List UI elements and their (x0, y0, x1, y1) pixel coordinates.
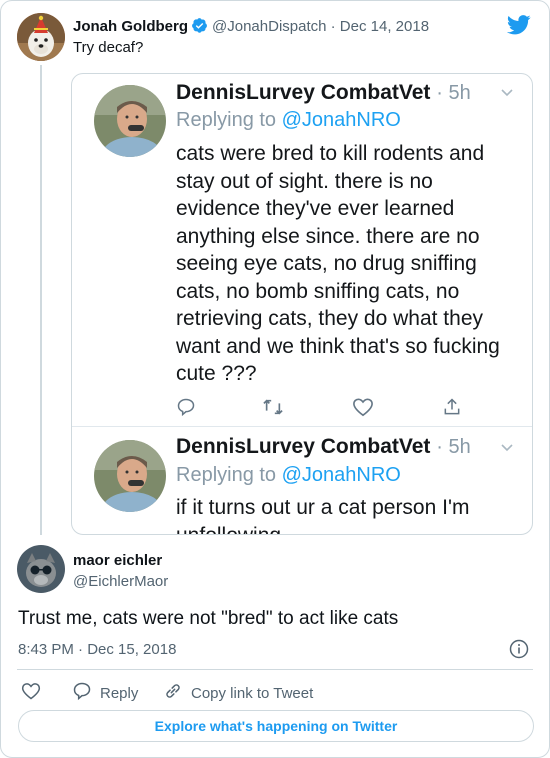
text-line: want and we think that's so fucking (176, 334, 500, 358)
tweet-timestamp[interactable]: 8:43 PM · Dec 15, 2018 (18, 641, 176, 658)
divider (17, 669, 533, 670)
quoted-author-name: DennisLurvey CombatVet · 5h (176, 81, 471, 104)
text-line: cats, no bomb sniffing cats, no (176, 279, 460, 303)
parent-tweet-header: Jonah Goldberg @JonahDispatch · Dec 14, 2… (73, 17, 429, 38)
text-line: cute ??? (176, 362, 257, 385)
reply-label: Reply (100, 684, 139, 702)
replying-to-line: Replying to @JonahNRO (176, 109, 401, 131)
text-line: retrieving cats, they do what they (176, 307, 483, 330)
avatar-dennislurvey (94, 85, 166, 157)
text-line: evidence they've ever learned (176, 197, 455, 220)
verified-badge-icon (191, 17, 208, 38)
reply-icon (72, 681, 92, 705)
text-line: unfollowing (176, 523, 282, 535)
quoted-tweet-text: cats were bred to kill rodents and stay … (176, 140, 521, 388)
text-line: seeing eye cats, no drug sniffing (176, 252, 477, 275)
like-icon (352, 397, 374, 422)
author-name[interactable]: Jonah Goldberg (73, 18, 188, 35)
avatar-maor-eichler[interactable] (17, 545, 65, 593)
author-handle-date[interactable]: @JonahDispatch · Dec 14, 2018 (212, 18, 429, 35)
text-line: cats were bred to kill rodents and (176, 142, 485, 165)
avatar-jonah-goldberg[interactable] (17, 13, 65, 61)
explore-twitter-button[interactable]: Explore what's happening on Twitter (18, 710, 534, 742)
parent-tweet-text: Try decaf? (73, 39, 144, 56)
replying-to-line: Replying to @JonahNRO (176, 464, 401, 486)
reply-button[interactable]: Reply (72, 681, 138, 705)
twitter-bird-icon[interactable] (507, 15, 531, 40)
text-line: if it turns out ur a cat person I'm (176, 496, 470, 519)
reply-author-handle[interactable]: @EichlerMaor (73, 573, 168, 590)
reply-tweet-text: Trust me, cats were not "bred" to act li… (18, 608, 399, 629)
link-icon (163, 681, 183, 705)
thread-connector-line (40, 65, 42, 535)
copy-link-label: Copy link to Tweet (191, 684, 314, 702)
copy-link-button[interactable]: Copy link to Tweet (163, 681, 313, 705)
quoted-tweet-actions (176, 397, 476, 421)
quoted-author-name: DennisLurvey CombatVet · 5h (176, 435, 471, 458)
reply-icon (176, 397, 196, 422)
reply-author-name[interactable]: maor eichler (73, 552, 162, 569)
retweet-icon (262, 397, 284, 422)
tweet-divider (72, 426, 532, 427)
share-icon (442, 397, 462, 422)
info-icon[interactable] (509, 639, 529, 664)
heart-icon (21, 681, 41, 705)
avatar-dennislurvey (94, 440, 166, 512)
like-button[interactable] (21, 681, 41, 705)
chevron-down-icon (500, 440, 514, 456)
text-line: stay out of sight. there is no (176, 169, 433, 193)
tweet-embed-card: Jonah Goldberg @JonahDispatch · Dec 14, 2… (0, 0, 550, 758)
chevron-down-icon (500, 85, 514, 101)
quoted-tweet-text: if it turns out ur a cat person I'm unfo… (176, 494, 521, 535)
text-line: anything else since. there are no (176, 224, 480, 248)
tweet-media-screenshot[interactable]: DennisLurvey CombatVet · 5h Replying to … (71, 73, 533, 535)
